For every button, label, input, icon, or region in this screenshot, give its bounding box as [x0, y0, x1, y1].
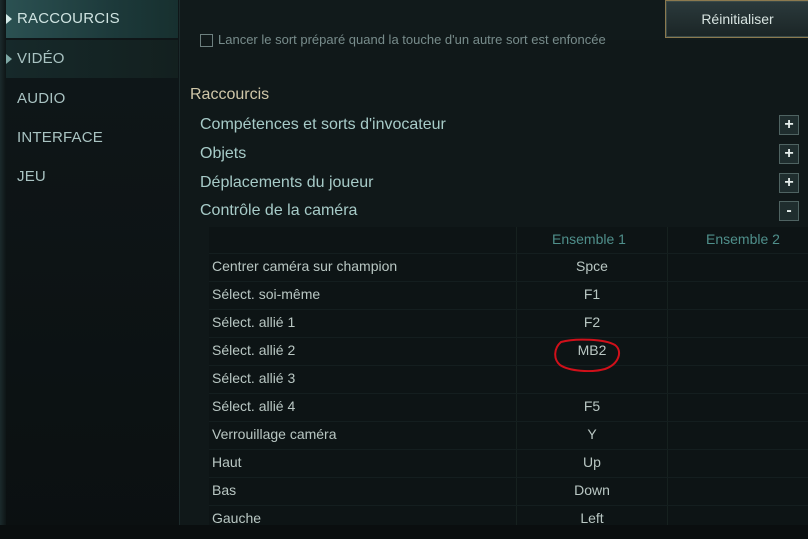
table-row: Gauche Left [209, 505, 808, 525]
table-row: Sélect. soi-même F1 [209, 281, 808, 310]
table-row: Sélect. allié 1 F2 [209, 309, 808, 338]
sidebar-item-interface[interactable]: INTERFACE [6, 119, 178, 157]
option-label: Lancer le sort préparé quand la touche d… [218, 32, 606, 47]
keybind-set2[interactable] [668, 394, 808, 422]
partial-option-row[interactable]: Lancer le sort préparé quand la touche d… [200, 32, 680, 48]
action-name: Sélect. allié 3 [212, 370, 296, 386]
sidebar-item-jeu[interactable]: JEU [6, 158, 178, 196]
keybind-set1[interactable]: F2 [517, 314, 667, 330]
column-header-set1: Ensemble 1 [552, 231, 626, 247]
sidebar-item-audio[interactable]: AUDIO [6, 80, 178, 118]
keybind-set1[interactable]: Up [517, 454, 667, 470]
keybind-set1[interactable]: Y [517, 426, 667, 442]
sidebar-item-label: VIDÉO [17, 50, 65, 67]
action-name: Gauche [212, 510, 262, 525]
reset-button[interactable]: Réinitialiser [665, 0, 808, 38]
category-label: Contrôle de la caméra [200, 202, 358, 219]
action-name: Sélect. allié 1 [212, 314, 296, 330]
collapse-minus-icon[interactable]: - [779, 201, 799, 221]
expand-arrow-icon [6, 54, 12, 64]
keybind-set2[interactable] [668, 506, 808, 525]
category-label: Objets [200, 145, 247, 162]
category-camera[interactable]: Contrôle de la caméra - [200, 199, 801, 225]
sidebar-item-label: RACCOURCIS [17, 10, 120, 27]
expand-plus-icon[interactable]: + [779, 115, 799, 135]
keybind-set2[interactable] [668, 450, 808, 478]
section-title: Raccourcis [190, 86, 270, 103]
category-label: Déplacements du joueur [200, 174, 374, 191]
keybind-set1[interactable]: Spce [517, 258, 667, 274]
action-name: Sélect. soi-même [212, 286, 321, 302]
table-row: Centrer caméra sur champion Spce [209, 253, 808, 282]
settings-sidebar: RACCOURCIS VIDÉO AUDIO INTERFACE JEU [0, 0, 180, 539]
settings-content[interactable]: Lancer le sort préparé quand la touche d… [179, 0, 808, 525]
sidebar-item-label: AUDIO [17, 90, 66, 107]
keybind-set1[interactable]: F1 [517, 286, 667, 302]
action-name: Bas [212, 482, 237, 498]
sidebar-item-label: JEU [17, 168, 46, 185]
category-competences[interactable]: Compétences et sorts d'invocateur + [200, 113, 801, 139]
sidebar-item-video[interactable]: VIDÉO [6, 40, 178, 78]
settings-window: RACCOURCIS VIDÉO AUDIO INTERFACE JEU Lan… [0, 0, 808, 539]
sidebar-item-label: INTERFACE [17, 129, 103, 146]
category-objets[interactable]: Objets + [200, 142, 801, 168]
keybind-set2[interactable] [668, 478, 808, 506]
action-name: Sélect. allié 2 [212, 342, 296, 358]
option-checkbox[interactable] [200, 34, 213, 47]
keybind-set2[interactable] [668, 338, 808, 366]
category-deplacements[interactable]: Déplacements du joueur + [200, 171, 801, 197]
sidebar-item-raccourcis[interactable]: RACCOURCIS [6, 0, 178, 38]
keybind-set2[interactable] [668, 282, 808, 310]
keybind-set1[interactable]: MB2 [517, 342, 667, 358]
table-row: Sélect. allié 4 F5 [209, 393, 808, 422]
selected-arrow-icon [6, 14, 12, 24]
action-name: Centrer caméra sur champion [212, 258, 398, 274]
category-label: Compétences et sorts d'invocateur [200, 116, 446, 133]
keybind-set1[interactable]: Down [517, 482, 667, 498]
expand-plus-icon[interactable]: + [779, 173, 799, 193]
keybind-set2[interactable] [668, 310, 808, 338]
expand-plus-icon[interactable]: + [779, 144, 799, 164]
table-row: Sélect. allié 3 [209, 365, 808, 394]
action-name: Sélect. allié 4 [212, 398, 296, 414]
keybind-set2[interactable] [668, 254, 808, 282]
bottom-bar [0, 525, 808, 539]
keybind-set1[interactable]: Left [517, 510, 667, 525]
action-name: Haut [212, 454, 242, 470]
table-row: Bas Down [209, 477, 808, 506]
keybind-set2[interactable] [668, 366, 808, 394]
column-header-set2: Ensemble 2 [706, 231, 780, 247]
table-row: Sélect. allié 2 MB2 [209, 337, 808, 366]
table-row: Haut Up [209, 449, 808, 478]
keybind-set2[interactable] [668, 422, 808, 450]
camera-bindings-table: Ensemble 1 Ensemble 2 Centrer caméra sur… [209, 227, 808, 525]
table-row: Verrouillage caméra Y [209, 421, 808, 450]
keybind-set1[interactable]: F5 [517, 398, 667, 414]
action-name: Verrouillage caméra [212, 426, 337, 442]
